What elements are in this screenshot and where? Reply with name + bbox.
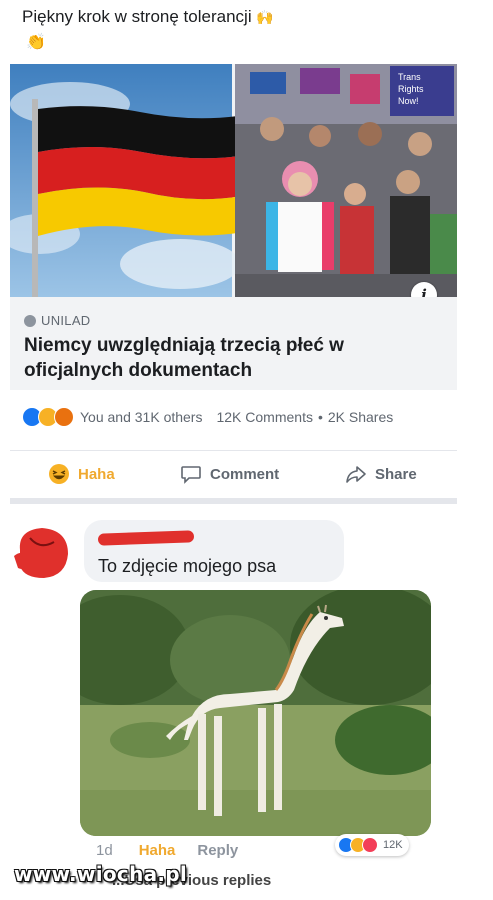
haha-button[interactable]: Haha [48,463,115,485]
comment-bubble[interactable]: To zdjęcie mojego psa [84,520,344,582]
reaction-summary-text[interactable]: You and 31K others [80,409,202,425]
haha-icon [49,464,69,484]
share-button-label: Share [375,465,417,483]
comment-text: To zdjęcie mojego psa [98,556,277,576]
separator: • [317,409,323,425]
link-source: UNILAD [24,313,90,328]
svg-text:Trans: Trans [398,72,421,82]
link-source-name: UNILAD [41,313,91,328]
link-headline[interactable]: Niemcy uwzględniają trzecią płeć w oficj… [24,333,434,383]
link-preview-image[interactable]: Trans Rights Now! i [10,64,457,297]
source-logo-icon [24,314,36,327]
comments-count[interactable]: 12K Comments [216,409,312,425]
avatar[interactable] [10,520,74,584]
section-divider [10,498,457,504]
reactions-summary[interactable]: You and 31K others 12K Comments • 2K Sha… [22,405,393,429]
redacted-author-name[interactable] [97,530,195,546]
comment-timestamp[interactable]: 1d [96,842,113,859]
share-icon [346,466,366,483]
angry-icon [54,407,74,427]
link-preview-card[interactable]: Trans Rights Now! i UNILAD Niemcy uwzglę… [10,64,457,390]
post-text-content: Piękny krok w stronę tolerancji [22,7,252,26]
clapping-hands-emoji: 👏 [26,34,46,51]
post-text: Piękny krok w stronę tolerancji 🙌 [22,6,274,28]
comment-reaction-count[interactable]: 12K [335,834,409,856]
haha-button-label: Haha [78,465,115,483]
link-meta[interactable]: UNILAD Niemcy uwzględniają trzecią płeć … [10,297,457,390]
comment-button[interactable]: Comment [180,463,279,485]
shares-count[interactable]: 2K Shares [328,409,393,425]
post-action-bar: Haha Comment Share [10,450,457,496]
watermark: www.wiocha.pl [14,862,188,886]
share-button[interactable]: Share [345,463,417,485]
comment-button-label: Comment [210,465,280,483]
raised-hands-emoji: 🙌 [256,9,274,25]
comment-photo-giraffe[interactable] [80,590,431,836]
svg-text:Now!: Now! [398,96,419,106]
comment-haha-link[interactable]: Haha [139,842,176,859]
comment-reply-link[interactable]: Reply [197,842,238,859]
comment-reaction-number: 12K [383,839,403,851]
comment-actions: 1d Haha Reply [96,842,238,859]
reaction-icons [22,407,74,427]
comment-icon [181,466,201,484]
love-icon [362,837,378,853]
svg-text:Rights: Rights [398,84,424,94]
